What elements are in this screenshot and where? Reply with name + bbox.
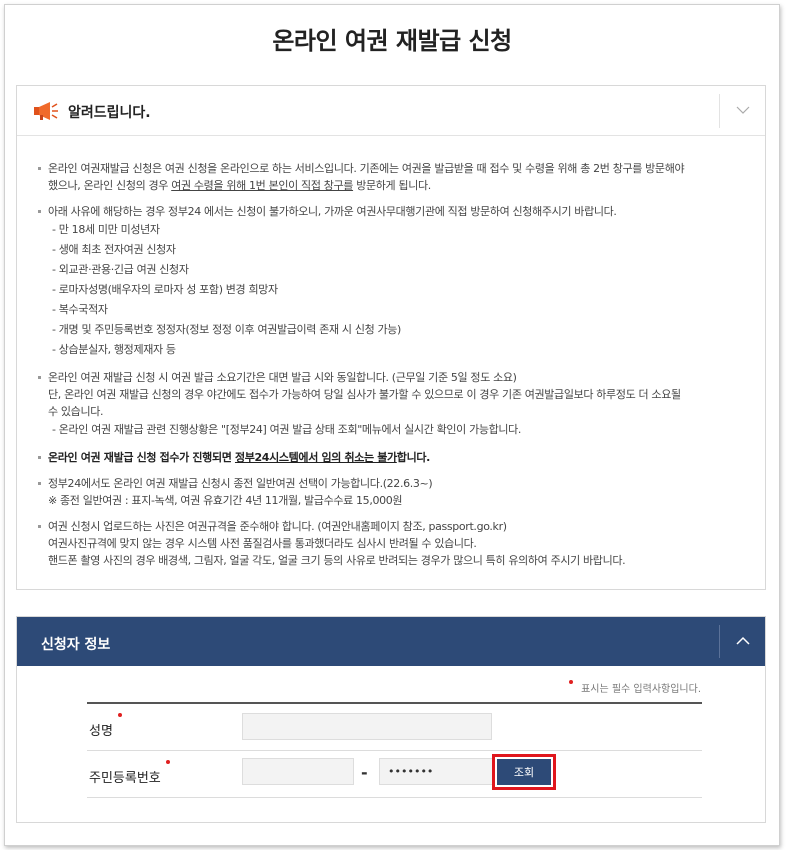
notice-text: 온라인 여권재발급 신청은 여권 신청을 온라인으로 하는 서비스입니다. 기존… bbox=[48, 162, 685, 175]
notice-header: 알려드립니다. bbox=[17, 86, 765, 136]
notice-text: 여권 신청시 업로드하는 사진은 여권규격을 준수해야 합니다. (여권안내홈페… bbox=[48, 520, 507, 533]
notice-text: 수 있습니다. bbox=[48, 405, 104, 418]
page-title: 온라인 여권 재발급 신청 bbox=[272, 27, 512, 55]
notice-item-5: 정부24에서도 온라인 여권 재발급 신청시 종전 일반여권 선택이 가능합니다… bbox=[37, 475, 747, 509]
rrn-front-input[interactable] bbox=[242, 758, 354, 785]
notice-sub: - 온라인 여권 재발급 관련 진행상황은 "[정부24] 여권 발급 상태 조… bbox=[52, 423, 522, 436]
applicant-section: 신청자 정보 표시는 필수 입력사항입니다. 성명 주민등록번호 - 조회 bbox=[16, 616, 766, 823]
required-dot-icon bbox=[569, 680, 574, 684]
notice-sub: - 만 18세 미만 미성년자 bbox=[52, 223, 160, 236]
notice-item-6: 여권 신청시 업로드하는 사진은 여권규격을 준수해야 합니다. (여권안내홈페… bbox=[37, 518, 747, 569]
notice-text: 했으나, 온라인 신청의 경우 여권 수령을 위해 1번 본인이 직접 창구를 … bbox=[48, 177, 747, 194]
form-row-rrn: 주민등록번호 - 조회 bbox=[87, 751, 702, 798]
notice-text: 온라인 여권 재발급 신청 접수가 진행되면 bbox=[48, 451, 235, 464]
applicant-form: 성명 주민등록번호 - 조회 bbox=[87, 702, 702, 798]
applicant-header: 신청자 정보 bbox=[17, 617, 765, 666]
required-dot-icon bbox=[165, 760, 170, 764]
page-frame: 온라인 여권 재발급 신청 알려드립니다. 온라인 여권재발급 신청은 여권 신… bbox=[4, 4, 780, 846]
notice-sub: - 생애 최초 전자여권 신청자 bbox=[52, 243, 176, 256]
notice-emphasis: 여권 수령을 위해 1번 본인이 직접 창구를 bbox=[171, 179, 354, 192]
form-row-name: 성명 bbox=[87, 704, 702, 751]
notice-text: 방문하게 됩니다. bbox=[353, 179, 431, 192]
notice-collapse-button[interactable] bbox=[719, 94, 765, 128]
notice-emphasis: 정부24시스템에서 임의 취소는 불가 bbox=[234, 451, 397, 464]
notice-item-1: 온라인 여권재발급 신청은 여권 신청을 온라인으로 하는 서비스입니다. 기존… bbox=[37, 160, 747, 194]
required-note-text: 표시는 필수 입력사항입니다. bbox=[581, 684, 701, 695]
name-input[interactable] bbox=[242, 713, 492, 740]
notice-text: 온라인 여권 재발급 신청 접수가 진행되면 정부24시스템에서 임의 취소는 … bbox=[48, 449, 747, 466]
name-label-text: 성명 bbox=[89, 724, 113, 739]
rrn-label-text: 주민등록번호 bbox=[89, 771, 161, 786]
chevron-up-icon bbox=[736, 636, 750, 645]
notice-panel: 알려드립니다. 온라인 여권재발급 신청은 여권 신청을 온라인으로 하는 서비… bbox=[16, 85, 766, 590]
chevron-down-icon bbox=[736, 106, 750, 114]
notice-text: 핸드폰 촬영 사진의 경우 배경색, 그림자, 얼굴 각도, 얼굴 크기 등의 … bbox=[48, 554, 626, 567]
notice-item-2: 아래 사유에 해당하는 경우 정부24 에서는 신청이 불가하오니, 가까운 여… bbox=[37, 203, 747, 360]
applicant-title: 신청자 정보 bbox=[41, 637, 111, 653]
notice-title: 알려드립니다. bbox=[68, 105, 151, 121]
notice-sub: - 외교관·관용·긴급 여권 신청자 bbox=[52, 263, 189, 276]
notice-text: 아래 사유에 해당하는 경우 정부24 에서는 신청이 불가하오니, 가까운 여… bbox=[48, 205, 617, 218]
rrn-dash: - bbox=[361, 763, 368, 782]
notice-text: 합니다. bbox=[396, 451, 430, 464]
applicant-collapse-button[interactable] bbox=[719, 625, 765, 658]
notice-item-3: 온라인 여권 재발급 신청 시 여권 발급 소요기간은 대면 발급 시와 동일합… bbox=[37, 369, 747, 440]
rrn-back-input[interactable] bbox=[379, 758, 493, 785]
notice-sub: - 로마자성명(배우자의 로마자 성 포함) 변경 희망자 bbox=[52, 283, 278, 296]
notice-text: 단, 온라인 여권 재발급 신청의 경우 야간에도 접수가 가능하여 당일 심사… bbox=[48, 388, 681, 401]
name-label: 성명 bbox=[89, 713, 122, 739]
rrn-label: 주민등록번호 bbox=[89, 760, 170, 786]
required-note: 표시는 필수 입력사항입니다. bbox=[569, 680, 701, 695]
notice-text: 여권사진규격에 맞지 않는 경우 시스템 사전 품질검사를 통과했더라도 심사시… bbox=[48, 537, 477, 550]
notice-sub: - 상습분실자, 행정제재자 등 bbox=[52, 343, 176, 356]
notice-item-4: 온라인 여권 재발급 신청 접수가 진행되면 정부24시스템에서 임의 취소는 … bbox=[37, 449, 747, 466]
notice-sub: - 개명 및 주민등록번호 정정자(정보 정정 이후 여권발급이력 존재 시 신… bbox=[52, 323, 401, 336]
notice-body: 온라인 여권재발급 신청은 여권 신청을 온라인으로 하는 서비스입니다. 기존… bbox=[17, 136, 765, 569]
notice-text: 온라인 여권 재발급 신청 시 여권 발급 소요기간은 대면 발급 시와 동일합… bbox=[48, 371, 517, 384]
notice-text: 정부24에서도 온라인 여권 재발급 신청시 종전 일반여권 선택이 가능합니다… bbox=[48, 477, 433, 490]
required-dot-icon bbox=[117, 713, 122, 717]
megaphone-icon bbox=[34, 102, 58, 120]
notice-text: 했으나, 온라인 신청의 경우 bbox=[48, 179, 172, 192]
notice-sub: - 복수국적자 bbox=[52, 303, 108, 316]
lookup-highlight: 조회 bbox=[492, 754, 556, 790]
lookup-button[interactable]: 조회 bbox=[497, 759, 551, 785]
notice-text: ※ 종전 일반여권 : 표지-녹색, 여권 유효기간 4년 11개월, 발급수수… bbox=[48, 494, 403, 507]
